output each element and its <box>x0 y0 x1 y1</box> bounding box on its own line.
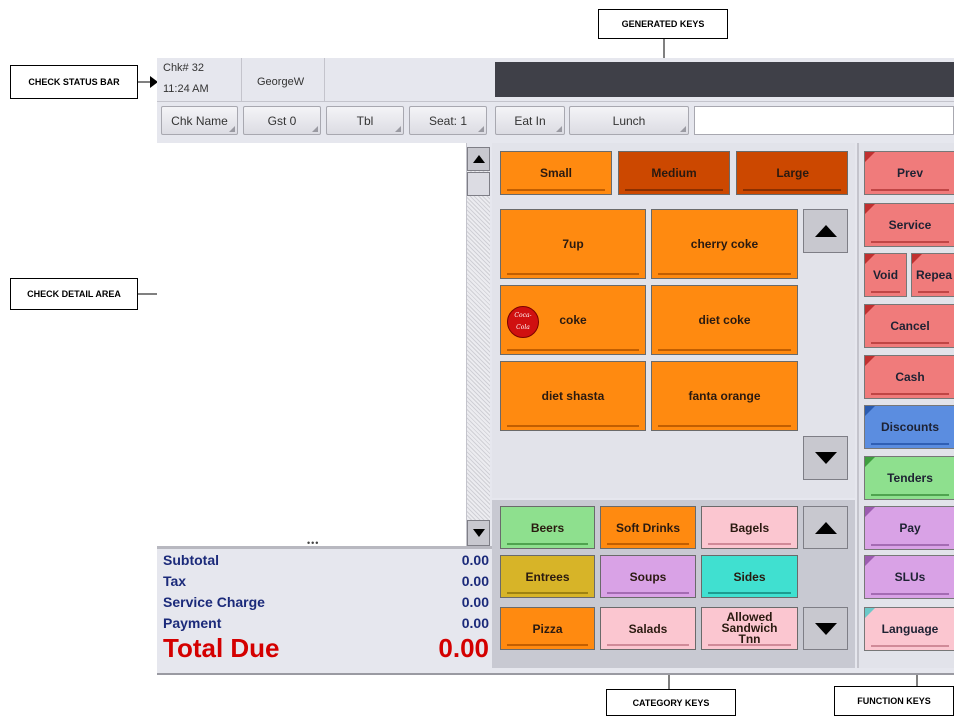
payment-label: Payment <box>163 615 222 631</box>
total-due-label: Total Due <box>163 633 280 663</box>
category-beers-key[interactable]: Beers <box>500 506 595 549</box>
triangle-down-icon <box>814 452 837 464</box>
guest-count-button[interactable]: Gst 0 <box>243 106 321 135</box>
service-function-key[interactable]: Service <box>864 203 954 247</box>
prev-function-key[interactable]: Prev <box>864 151 954 195</box>
check-number: Chk# 32 <box>163 62 204 74</box>
slus-function-key[interactable]: SLUs <box>864 555 954 599</box>
detail-scrollbar-track[interactable] <box>467 147 490 546</box>
detail-scroll-up-button[interactable] <box>467 147 490 171</box>
total-due-value: 0.00 <box>438 633 489 663</box>
table-button[interactable]: Tbl <box>326 106 404 135</box>
detail-scroll-thumb[interactable] <box>467 172 490 196</box>
category-pizza-key[interactable]: Pizza <box>500 607 595 650</box>
seat-button[interactable]: Seat: 1 <box>409 106 487 135</box>
service-charge-label: Service Charge <box>163 594 265 610</box>
item-diet-shasta-key[interactable]: diet shasta <box>500 361 646 431</box>
categories-scroll-up-button[interactable] <box>803 506 848 549</box>
cancel-function-key[interactable]: Cancel <box>864 304 954 348</box>
triangle-up-icon <box>814 521 837 534</box>
category-sides-key[interactable]: Sides <box>701 555 798 598</box>
message-display <box>495 62 954 97</box>
toolbar-input-field[interactable] <box>694 106 954 135</box>
service-charge-value: 0.00 <box>461 594 489 610</box>
triangle-up-icon <box>814 225 837 237</box>
detail-scroll-down-button[interactable] <box>467 520 490 546</box>
category-soups-key[interactable]: Soups <box>600 555 696 598</box>
tenders-function-key[interactable]: Tenders <box>864 456 954 500</box>
size-large-key[interactable]: Large <box>736 151 848 195</box>
category-bagels-key[interactable]: Bagels <box>701 506 798 549</box>
categories-scroll-down-button[interactable] <box>803 607 848 650</box>
payment-value: 0.00 <box>461 615 489 631</box>
item-fanta-orange-key[interactable]: fanta orange <box>651 361 798 431</box>
employee-name: GeorgeW <box>257 76 305 88</box>
category-entrees-key[interactable]: Entrees <box>500 555 595 598</box>
discounts-function-key[interactable]: Discounts <box>864 405 954 449</box>
tax-label: Tax <box>163 573 187 589</box>
cash-function-key[interactable]: Cash <box>864 355 954 399</box>
order-type-button[interactable]: Eat In <box>495 106 565 135</box>
subtotal-value: 0.00 <box>461 552 489 568</box>
pay-function-key[interactable]: Pay <box>864 506 954 550</box>
tax-value: 0.00 <box>461 573 489 589</box>
category-allowed-sandwich-key[interactable]: Allowed Sandwich Tnn <box>701 607 798 650</box>
item-diet-coke-key[interactable]: diet coke <box>651 285 798 355</box>
items-scroll-up-button[interactable] <box>803 209 848 253</box>
pos-screen: Chk# 32 11:24 AM GeorgeW Chk Name Gst 0 … <box>157 58 954 675</box>
size-medium-key[interactable]: Medium <box>618 151 730 195</box>
item-coke-key[interactable]: Coca-Cola coke <box>500 285 646 355</box>
item-cherry-coke-key[interactable]: cherry coke <box>651 209 798 279</box>
check-status-bar: Chk# 32 11:24 AM GeorgeW <box>157 58 954 102</box>
triangle-up-icon <box>472 155 485 163</box>
language-function-key[interactable]: Language <box>864 607 954 651</box>
meal-period-button[interactable]: Lunch <box>569 106 689 135</box>
repeat-function-key[interactable]: Repea <box>911 253 954 297</box>
triangle-down-icon <box>472 529 485 537</box>
check-detail-area <box>157 143 467 546</box>
item-7up-key[interactable]: 7up <box>500 209 646 279</box>
size-small-key[interactable]: Small <box>500 151 612 195</box>
triangle-down-icon <box>814 622 837 635</box>
items-scroll-down-button[interactable] <box>803 436 848 480</box>
check-time: 11:24 AM <box>163 83 209 95</box>
void-function-key[interactable]: Void <box>864 253 907 297</box>
coca-cola-logo-icon: Coca-Cola <box>507 306 539 338</box>
category-soft-drinks-key[interactable]: Soft Drinks <box>600 506 696 549</box>
subtotal-label: Subtotal <box>163 552 219 568</box>
category-salads-key[interactable]: Salads <box>600 607 696 650</box>
check-name-button[interactable]: Chk Name <box>161 106 238 135</box>
